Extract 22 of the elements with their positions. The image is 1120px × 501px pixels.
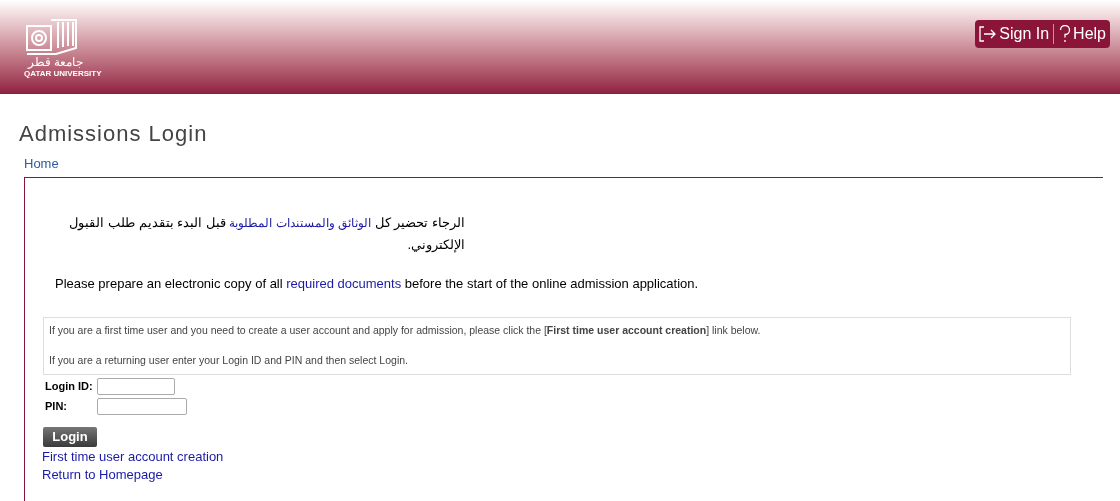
page-link[interactable]: Return to Homepage <box>42 465 163 484</box>
logo-english-text: QATAR UNIVERSITY <box>24 69 102 78</box>
field-label: PIN: <box>45 398 68 414</box>
input-field[interactable] <box>97 397 187 415</box>
help-button[interactable]: Help <box>1054 22 1106 46</box>
info-text: If you are a returning user enter your Login ID and PIN and then select Login. <box>49 352 409 368</box>
sign-in-icon <box>979 26 998 42</box>
arabic-notice: الرجاء تحضير كل الوثائق والمستندات المطلوبة قبل البدء بتقديم طلب القبول الإلكتروني. <box>68 213 465 255</box>
documents-link[interactable]: required documents <box>286 275 402 291</box>
field-label: Login ID: <box>45 378 94 394</box>
english-notice: Please prepare an electronic copy of all required documents before the start of the online admission application. <box>55 274 699 293</box>
logo-arabic-text: جامعة قطر <box>28 56 84 69</box>
page-link[interactable]: First time user account creation <box>42 447 224 466</box>
building-icon <box>24 18 80 56</box>
page-title: Admissions Login <box>19 120 208 148</box>
help-icon <box>1059 25 1072 43</box>
input-field[interactable] <box>97 377 175 395</box>
home-link[interactable]: Home <box>24 154 59 174</box>
documents-link[interactable]: الوثائق والمستندات المطلوبة <box>229 215 372 230</box>
login-button[interactable]: Login <box>43 426 97 447</box>
sign-in-button[interactable]: Sign In <box>979 22 1054 46</box>
info-text: If you are a first time user and you need to create a user account and apply for admission, please click the [First time user account creation] link below. <box>49 323 762 338</box>
